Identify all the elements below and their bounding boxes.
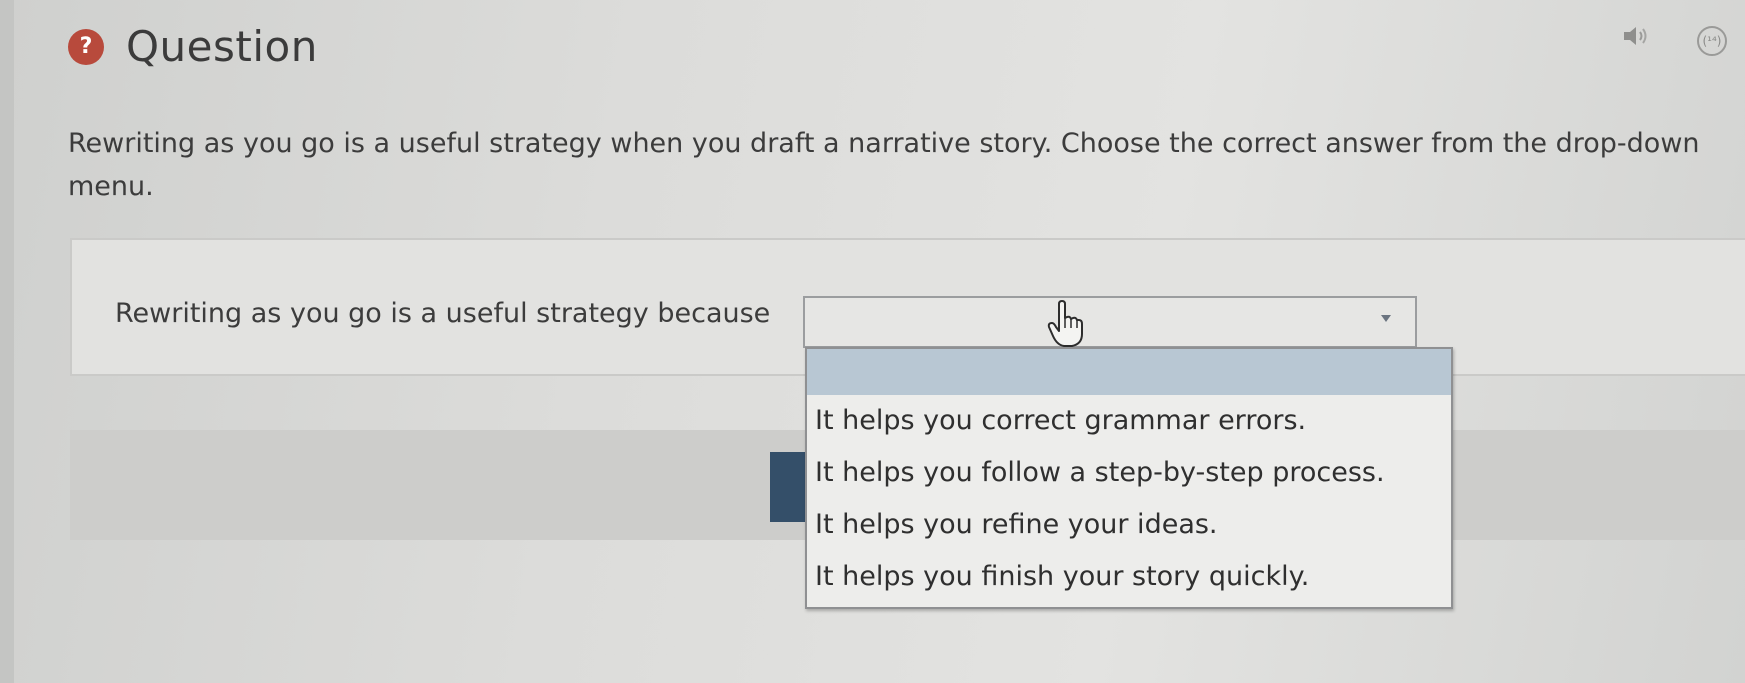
dropdown-option[interactable]: It helps you refine your ideas. <box>807 499 1451 551</box>
chevron-down-icon <box>1381 315 1391 322</box>
question-prompt: Rewriting as you go is a useful strategy… <box>68 128 1700 202</box>
counter-icon[interactable]: (¹⁴) <box>1697 26 1727 56</box>
dropdown-option[interactable]: It helps you correct grammar errors. <box>807 395 1451 447</box>
speaker-icon[interactable] <box>1622 24 1652 48</box>
question-stem: Rewriting as you go is a useful strategy… <box>115 298 771 329</box>
left-rail <box>0 0 14 683</box>
page-title: Question <box>126 22 318 71</box>
dropdown-option[interactable]: It helps you finish your story quickly. <box>807 551 1451 603</box>
dropdown-menu[interactable]: It helps you correct grammar errors. It … <box>805 347 1453 609</box>
answer-dropdown[interactable] <box>803 296 1417 348</box>
question-icon: ? <box>68 28 104 65</box>
question-header: ? Question <box>68 22 318 71</box>
hand-pointer-icon <box>1047 300 1083 347</box>
dropdown-placeholder-option[interactable] <box>807 349 1451 395</box>
dropdown-option[interactable]: It helps you follow a step-by-step proce… <box>807 447 1451 499</box>
